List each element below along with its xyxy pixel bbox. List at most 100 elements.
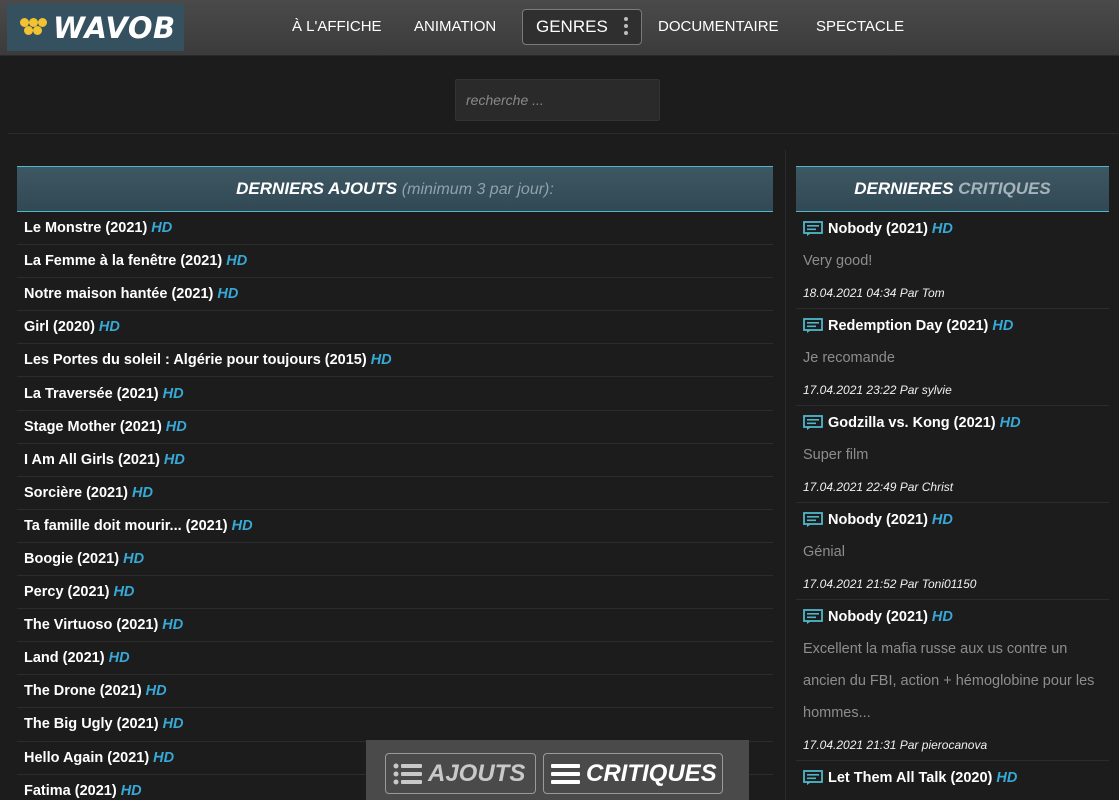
nav-item-animation[interactable]: ANIMATION — [414, 18, 496, 35]
movie-title: Les Portes du soleil : Algérie pour touj… — [24, 352, 367, 369]
latest-item[interactable]: I Am All Girls (2021) HD — [17, 444, 773, 477]
latest-item[interactable]: Le Monstre (2021) HD — [17, 212, 773, 246]
ajouts-label: AJOUTS — [428, 759, 526, 787]
comment-icon — [803, 769, 823, 786]
genres-dropdown-button[interactable]: GENRES — [522, 9, 642, 45]
hd-badge: HD — [231, 517, 253, 534]
movie-title: La Traversée (2021) — [24, 385, 159, 402]
hd-badge: HD — [153, 749, 175, 766]
bottom-floating-bar: AJOUTS CRITIQUES — [366, 740, 749, 800]
movie-title: The Drone (2021) — [24, 683, 142, 700]
latest-reviews-heading: DERNIERES CRITIQUES — [796, 166, 1109, 212]
latest-item[interactable]: Sorcière (2021) HD — [17, 477, 773, 510]
ajouts-button[interactable]: AJOUTS — [385, 753, 536, 794]
comment-icon — [803, 220, 823, 237]
hd-badge: HD — [226, 253, 248, 270]
latest-item[interactable]: Notre maison hantée (2021) HD — [17, 278, 773, 312]
review-text: Je recomande — [803, 350, 895, 366]
hd-badge: HD — [162, 716, 184, 733]
hd-badge: HD — [123, 550, 145, 567]
review-meta: 17.04.2021 22:49 Par Christ — [796, 471, 1109, 503]
movie-title: Sorcière (2021) — [24, 484, 128, 501]
comment-icon — [803, 317, 823, 334]
flower-logo-icon — [7, 4, 53, 51]
reviews-heading-subtitle: CRITIQUES — [958, 179, 1051, 198]
nav-item-a-l-affiche[interactable]: À L'AFFICHE — [292, 18, 382, 35]
movie-title: Girl (2020) — [24, 319, 95, 336]
review-title[interactable]: Let Them All Talk (2020) HD — [796, 761, 1109, 794]
latest-item[interactable]: Stage Mother (2021) HD — [17, 411, 773, 444]
review-movie-title: Let Them All Talk (2020) — [828, 769, 993, 786]
latest-item[interactable]: The Virtuoso (2021) HD — [17, 609, 773, 643]
latest-reviews-list: Nobody (2021) HD Very good! 18.04.2021 04:3… — [796, 212, 1109, 794]
movie-title: The Big Ugly (2021) — [24, 716, 159, 733]
review-title[interactable]: Nobody (2021) HD — [796, 600, 1109, 633]
hd-badge: HD — [999, 414, 1021, 431]
latest-item[interactable]: Les Portes du soleil : Algérie pour touj… — [17, 344, 773, 378]
reviews-heading-title: DERNIERES — [854, 179, 954, 198]
latest-additions-list: Le Monstre (2021) HD La Femme à la fenêtre… — [17, 212, 773, 800]
movie-title: Boogie (2021) — [24, 550, 120, 567]
movie-title: La Femme à la fenêtre (2021) — [24, 253, 223, 270]
latest-item[interactable]: Percy (2021) HD — [17, 576, 773, 610]
latest-item[interactable]: The Big Ugly (2021) HD — [17, 708, 773, 742]
latest-item[interactable]: The Drone (2021) HD — [17, 675, 773, 709]
search-input[interactable] — [455, 79, 660, 121]
review-text: Super film — [803, 447, 869, 463]
list-icon — [551, 763, 580, 784]
review-meta: 17.04.2021 21:52 Par Toni01150 — [796, 568, 1109, 600]
hd-badge: HD — [931, 220, 953, 237]
latest-item[interactable]: Land (2021) HD — [17, 642, 773, 676]
hd-badge: HD — [98, 319, 120, 336]
review-text: Excellent la mafia russe aux us contre u… — [803, 641, 1095, 721]
hd-badge: HD — [108, 650, 130, 667]
review-movie-title: Redemption Day (2021) — [828, 317, 989, 334]
hd-badge: HD — [163, 451, 185, 468]
review-meta: 17.04.2021 21:31 Par pierocanova — [796, 729, 1109, 761]
hd-badge: HD — [370, 352, 392, 369]
list-icon — [393, 763, 422, 784]
movie-title: The Virtuoso (2021) — [24, 617, 159, 634]
latest-item[interactable]: Ta famille doit mourir... (2021) HD — [17, 510, 773, 543]
latest-item[interactable]: La Traversée (2021) HD — [17, 377, 773, 411]
review-title[interactable]: Godzilla vs. Kong (2021) HD — [796, 406, 1109, 439]
hd-badge: HD — [931, 511, 953, 528]
movie-title: Ta famille doit mourir... (2021) — [24, 517, 228, 534]
review-meta: 18.04.2021 04:34 Par Tom — [796, 277, 1109, 309]
hd-badge: HD — [217, 286, 239, 303]
comment-icon — [803, 414, 823, 431]
latest-item[interactable]: Girl (2020) HD — [17, 311, 773, 345]
review-meta: 17.04.2021 23:22 Par sylvie — [796, 374, 1109, 406]
movie-title: Le Monstre (2021) — [24, 220, 148, 237]
top-navigation-bar: WAVOB À L'AFFICHE ANIMATION GENRES DOCUM… — [0, 0, 1119, 56]
site-logo[interactable]: WAVOB — [7, 4, 184, 51]
review-movie-title: Nobody (2021) — [828, 608, 928, 625]
review-title[interactable]: Nobody (2021) HD — [796, 212, 1109, 245]
hd-badge: HD — [131, 484, 153, 501]
review-text: Génial — [803, 544, 845, 560]
latest-item[interactable]: Boogie (2021) HD — [17, 543, 773, 577]
movie-title: I Am All Girls (2021) — [24, 451, 160, 468]
hd-badge: HD — [145, 683, 167, 700]
movie-title: Fatima (2021) — [24, 782, 117, 799]
comment-icon — [803, 608, 823, 625]
latest-additions-heading: DERNIERS AJOUTS (minimum 3 par jour): — [17, 166, 773, 212]
review-title[interactable]: Nobody (2021) HD — [796, 503, 1109, 536]
hd-badge: HD — [113, 584, 135, 601]
movie-title: Stage Mother (2021) — [24, 418, 162, 435]
movie-title: Land (2021) — [24, 650, 105, 667]
hd-badge: HD — [120, 782, 142, 799]
nav-item-spectacle[interactable]: SPECTACLE — [816, 18, 904, 35]
review-movie-title: Godzilla vs. Kong (2021) — [828, 414, 996, 431]
review-title[interactable]: Redemption Day (2021) HD — [796, 309, 1109, 342]
review-movie-title: Nobody (2021) — [828, 511, 928, 528]
movie-title: Hello Again (2021) — [24, 749, 150, 766]
hd-badge: HD — [162, 617, 184, 634]
nav-item-documentaire[interactable]: DOCUMENTAIRE — [658, 18, 779, 35]
hd-badge: HD — [992, 317, 1014, 334]
critiques-button[interactable]: CRITIQUES — [543, 753, 723, 794]
hd-badge: HD — [151, 220, 173, 237]
latest-item[interactable]: La Femme à la fenêtre (2021) HD — [17, 245, 773, 279]
movie-title: Notre maison hantée (2021) — [24, 286, 214, 303]
hd-badge: HD — [165, 418, 187, 435]
